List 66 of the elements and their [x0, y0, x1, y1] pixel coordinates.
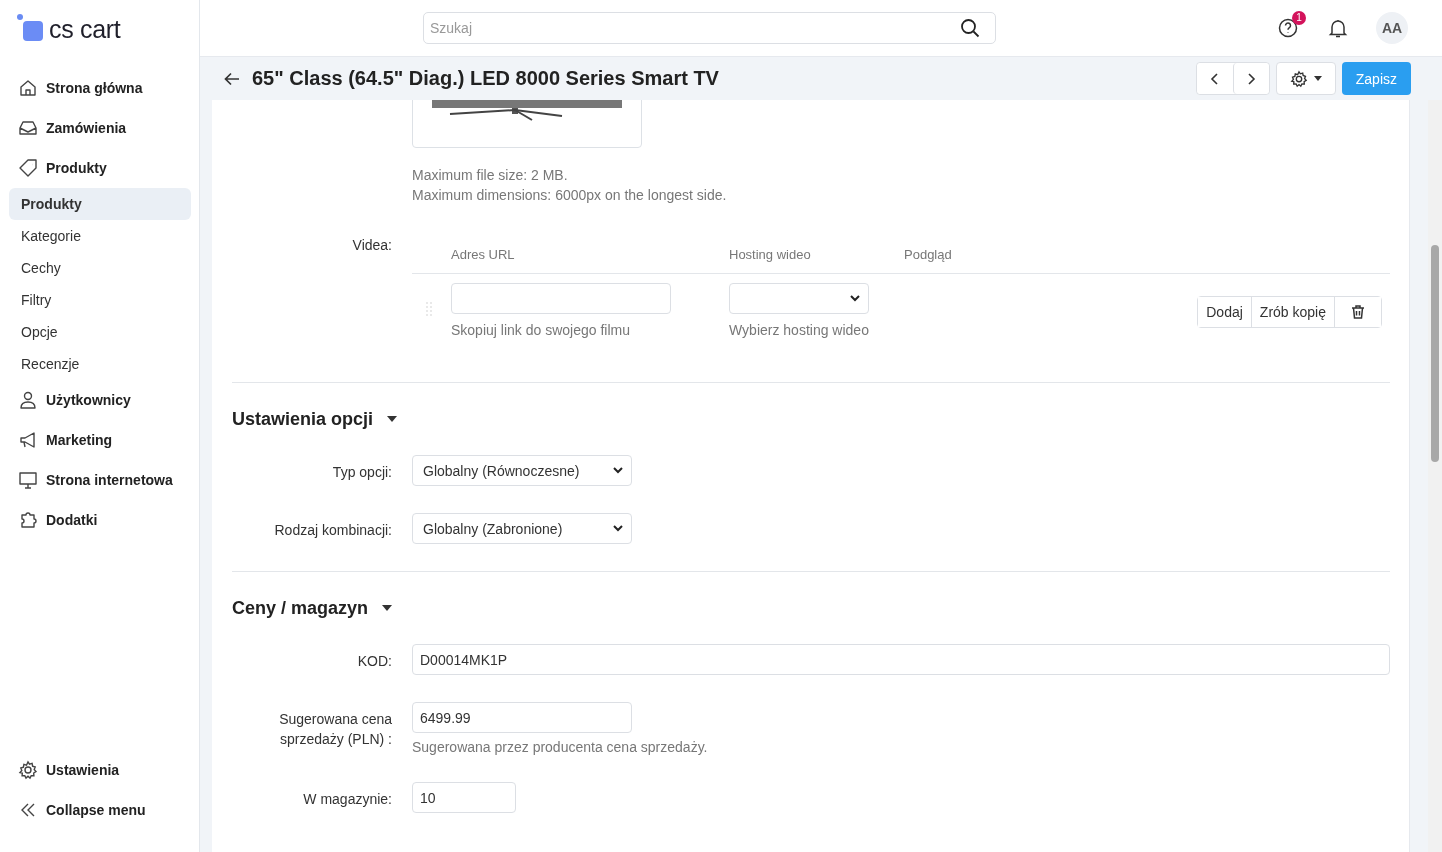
- sidebar-item[interactable]: Ustawienia: [9, 750, 191, 790]
- sidebar-item[interactable]: Strona główna: [9, 68, 191, 108]
- notification-badge: 1: [1292, 11, 1306, 25]
- user-avatar[interactable]: AA: [1376, 12, 1408, 44]
- delete-button[interactable]: [1334, 297, 1381, 327]
- field-label: Typ opcji:: [332, 463, 392, 482]
- sidebar-subitem[interactable]: Produkty: [9, 188, 191, 220]
- field-label: Videa:: [352, 237, 392, 253]
- brand-name: cs cart: [49, 16, 121, 42]
- input-field[interactable]: D00014MK1P: [412, 644, 1390, 675]
- url-input[interactable]: [451, 283, 671, 314]
- search-field[interactable]: Szukaj: [423, 12, 996, 44]
- settings-icon: [1289, 69, 1308, 88]
- sidebar-subitem[interactable]: Recenzje: [9, 348, 191, 380]
- select-field[interactable]: Globalny (Równoczesne): [412, 455, 632, 486]
- trash-icon: [1350, 304, 1366, 320]
- sidebar-item[interactable]: Dodatki: [9, 500, 191, 540]
- chevron-down-icon: [850, 295, 860, 302]
- megaphone-icon: [18, 430, 38, 450]
- next-button[interactable]: [1232, 63, 1269, 94]
- home-icon: [18, 78, 38, 98]
- sidebar-item[interactable]: Collapse menu: [9, 790, 191, 830]
- sidebar-item[interactable]: Zamówienia: [9, 108, 191, 148]
- field-hint: Wybierz hosting wideo: [729, 322, 870, 338]
- puzzle-icon: [18, 510, 38, 530]
- chevron-down-icon: [613, 525, 623, 532]
- image-note: Maximum dimensions: 6000px on the longest side.: [412, 186, 728, 205]
- sidebar-subitem[interactable]: Kategorie: [9, 220, 191, 252]
- inbox-icon: [18, 118, 38, 138]
- section-title[interactable]: Ceny / magazyn: [232, 597, 369, 619]
- help-icon[interactable]: [1278, 18, 1298, 38]
- field-hint: Sugerowana przez producenta cena sprzedaży.: [412, 739, 709, 755]
- input-field[interactable]: 10: [412, 782, 516, 813]
- chevron-down-icon: [613, 467, 623, 474]
- sidebar-subitem[interactable]: Cechy: [9, 252, 191, 284]
- sidebar-subitem[interactable]: Opcje: [9, 316, 191, 348]
- sidebar-item[interactable]: Strona internetowa: [9, 460, 191, 500]
- field-label: Rodzaj kombinacji:: [274, 521, 392, 540]
- caret-icon: [1313, 76, 1322, 81]
- section-title[interactable]: Ustawienia opcji: [232, 408, 374, 430]
- tag-icon: [18, 158, 38, 178]
- select-field[interactable]: Globalny (Zabronione): [412, 513, 632, 544]
- sidebar-subitem[interactable]: Filtry: [9, 284, 191, 316]
- logo-icon: [17, 14, 45, 42]
- sidebar-item[interactable]: Marketing: [9, 420, 191, 460]
- monitor-icon: [18, 470, 38, 490]
- field-label: Sugerowana cena sprzedaży (PLN) :: [278, 710, 392, 749]
- column-header: Podgląd: [904, 246, 952, 262]
- page-title: 65" Class (64.5" Diag.) LED 8000 Series Smart TV: [252, 67, 719, 90]
- search-icon[interactable]: [960, 18, 980, 38]
- field-label: KOD:: [357, 652, 392, 671]
- column-header: Adres URL: [451, 246, 516, 262]
- sidebar-item[interactable]: Użytkownicy: [9, 380, 191, 420]
- settings-dropdown-button[interactable]: [1275, 62, 1336, 95]
- caret-icon[interactable]: [387, 416, 398, 422]
- sidebar-item[interactable]: Produkty: [9, 148, 191, 188]
- image-note: Maximum file size: 2 MB.: [412, 166, 569, 185]
- bell-icon[interactable]: [1328, 18, 1348, 38]
- caret-icon[interactable]: [382, 605, 393, 611]
- scrollbar[interactable]: [1428, 100, 1442, 852]
- user-icon: [18, 390, 38, 410]
- settings-icon: [18, 760, 38, 780]
- column-header: Hosting wideo: [729, 246, 812, 262]
- input-field[interactable]: 6499.99: [412, 702, 632, 733]
- field-label: W magazynie:: [303, 790, 392, 809]
- field-hint: Skopiuj link do swojego filmu: [451, 322, 631, 338]
